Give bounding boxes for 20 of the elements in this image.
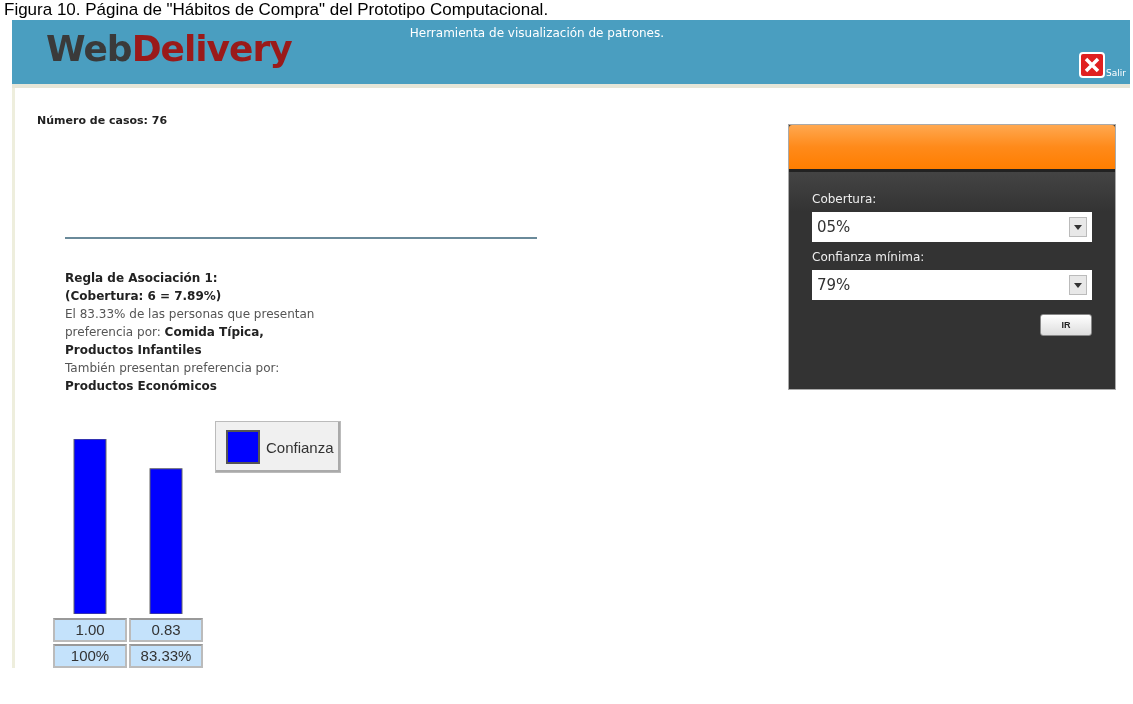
header-subtitle: Herramienta de visualización de patrones. <box>409 26 665 40</box>
percent-label: 83.33% <box>129 644 203 668</box>
rule-also-text: También presentan preferencia por: <box>65 360 281 377</box>
rule-coverage: (Cobertura: 6 = 7.89%) <box>65 288 223 305</box>
figure-caption: Figura 10. Página de "Hábitos de Compra" del Prototipo Computacional. <box>3 0 550 20</box>
field-label: Cobertura: <box>812 192 878 206</box>
logo: WebDelivery <box>46 28 292 69</box>
dropdown[interactable]: 05% <box>812 212 1092 242</box>
rule-title: Regla de Asociación 1: <box>65 270 219 287</box>
close-icon <box>1079 52 1106 78</box>
rule-consequent: Productos Económicos <box>65 378 218 395</box>
legend-label: Confianza <box>266 438 334 456</box>
value-label: 0.83 <box>129 618 203 642</box>
submit-button[interactable]: IR <box>1040 314 1092 336</box>
dropdown[interactable]: 79% <box>812 270 1092 300</box>
field-label: Confianza mínima: <box>812 250 926 264</box>
rule-description: El 83.33% de las personas que presentan preferencia por: Comida Típica, Productos Infantiles <box>65 306 316 359</box>
case-count: Número de casos: 76 <box>37 114 169 127</box>
value-label: 1.00 <box>53 618 127 642</box>
percent-label: 100% <box>53 644 127 668</box>
